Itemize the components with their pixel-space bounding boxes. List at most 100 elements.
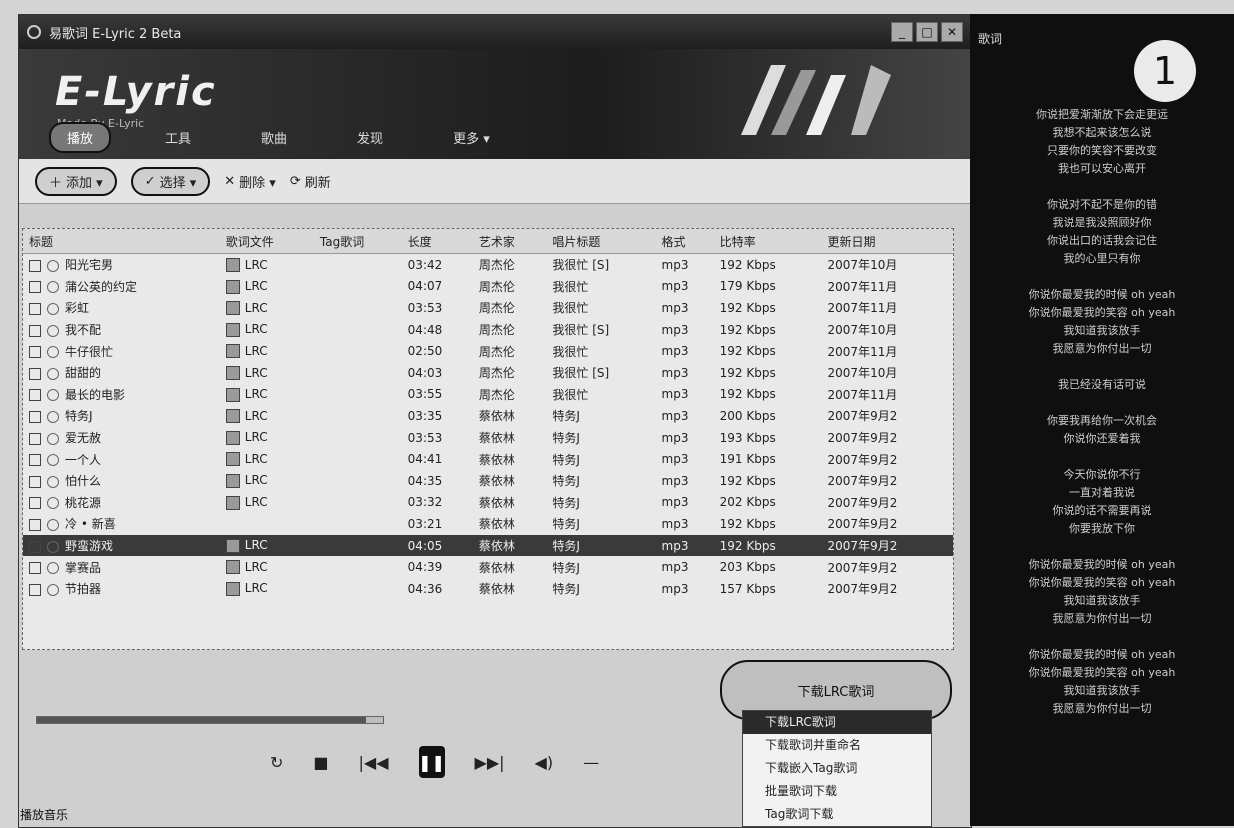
- add-button[interactable]: ＋ 添加 ▾: [35, 166, 117, 196]
- menu-item-tag-download[interactable]: Tag歌词下载: [743, 803, 931, 826]
- download-menu: 下载LRC歌词 下载歌词并重命名 下载嵌入Tag歌词 批量歌词下载 Tag歌词下…: [742, 710, 932, 827]
- lyric-line: 我已经没有话可说: [1058, 378, 1146, 391]
- table-cell: 2007年11月: [822, 340, 953, 362]
- table-row[interactable]: 怕什么 LRC 04:35 蔡依林 特务J mp3 192 Kbps 2007年9月2: [23, 470, 953, 492]
- tab-tools[interactable]: 工具: [149, 124, 207, 151]
- table-row[interactable]: 我不配 LRC 04:48 周杰伦 我很忙 [S] mp3 192 Kbps 2007年10月: [23, 319, 953, 341]
- table-row[interactable]: 冷 • 新喜 03:21 蔡依林 特务J mp3 192 Kbps 2007年9月2: [23, 513, 953, 535]
- row-checkbox[interactable]: [29, 367, 41, 380]
- refresh-icon: ⟳: [289, 173, 301, 189]
- select-button[interactable]: ✓ 选择 ▾: [130, 166, 211, 196]
- previous-button[interactable]: |◀◀: [359, 753, 389, 772]
- column-header[interactable]: 艺术家: [472, 229, 547, 254]
- table-cell: LRC: [220, 340, 314, 362]
- table-cell: 蔡依林: [473, 492, 547, 514]
- cell-text: 节拍器: [65, 582, 102, 597]
- row-checkbox[interactable]: [29, 259, 41, 272]
- table-row[interactable]: 掌赛品 LRC 04:39 蔡依林 特务J mp3 203 Kbps 2007年9月2: [23, 556, 953, 578]
- tab-discover[interactable]: 发现: [341, 124, 399, 151]
- column-header[interactable]: 更新日期: [821, 229, 953, 254]
- table-row[interactable]: 蒲公英的约定 LRC 04:07 周杰伦 我很忙 mp3 179 Kbps 2007年11月: [23, 276, 953, 298]
- lyric-line: 你要我放下你: [1069, 522, 1135, 535]
- table-cell: [314, 340, 402, 362]
- table-cell: 周杰伦: [473, 384, 547, 406]
- column-header[interactable]: 格式: [655, 229, 714, 254]
- table-row[interactable]: 甜甜的 LRC 04:03 周杰伦 我很忙 [S] mp3 192 Kbps 2007年10月: [23, 362, 953, 384]
- row-checkbox[interactable]: [29, 497, 41, 510]
- table-row[interactable]: 节拍器 LRC 04:36 蔡依林 特务J mp3 157 Kbps 2007年9月2: [23, 578, 953, 600]
- lyric-line: 你说你最爱我的笑容 oh yeah: [1028, 306, 1176, 319]
- lyric-file-icon: [225, 258, 240, 273]
- table-cell: 03:35: [402, 405, 473, 427]
- cell-text: mp3: [661, 344, 689, 359]
- table-row[interactable]: 最长的电影 LRC 03:55 周杰伦 我很忙 mp3 192 Kbps 2007年11月: [23, 384, 953, 406]
- cell-text: 2007年9月2: [827, 539, 898, 554]
- row-checkbox[interactable]: [29, 281, 41, 294]
- cell-text: 特务J: [552, 474, 580, 489]
- table-row[interactable]: 特务J LRC 03:35 蔡依林 特务J mp3 200 Kbps 2007年9月2: [23, 405, 953, 427]
- row-checkbox[interactable]: [29, 583, 41, 596]
- stop-button[interactable]: ■: [313, 753, 328, 772]
- delete-button[interactable]: ✕ 删除 ▾: [224, 172, 276, 191]
- row-checkbox[interactable]: [29, 389, 41, 402]
- banner: E-Lyric Made By E-Lyric 播放 工具 歌曲 发现 更多 ▾: [19, 49, 971, 159]
- column-header[interactable]: 长度: [401, 229, 473, 254]
- column-header[interactable]: 唱片标题: [546, 229, 656, 254]
- repeat-button[interactable]: ↻: [270, 753, 283, 772]
- music-note-icon: [47, 454, 59, 467]
- column-header[interactable]: 比特率: [713, 229, 822, 254]
- table-cell: 02:50: [402, 340, 473, 362]
- row-checkbox[interactable]: [29, 410, 41, 423]
- row-checkbox[interactable]: [29, 540, 41, 553]
- table-row[interactable]: 爱无赦 LRC 03:53 蔡依林 特务J mp3 193 Kbps 2007年9月2: [23, 427, 953, 449]
- table-cell: 蔡依林: [473, 448, 547, 470]
- column-header[interactable]: 歌词文件: [219, 229, 314, 254]
- menu-item-download-lrc[interactable]: 下载LRC歌词: [743, 711, 931, 734]
- row-checkbox[interactable]: [29, 302, 41, 315]
- row-checkbox[interactable]: [29, 562, 41, 575]
- progress-bar[interactable]: [36, 716, 384, 724]
- maximize-button[interactable]: □: [916, 22, 938, 42]
- table-row[interactable]: 牛仔很忙 LRC 02:50 周杰伦 我很忙 mp3 192 Kbps 2007年11月: [23, 340, 953, 362]
- music-note-icon: [47, 475, 59, 488]
- table-row[interactable]: 一个人 LRC 04:41 蔡依林 特务J mp3 191 Kbps 2007年9月2: [23, 448, 953, 470]
- row-checkbox[interactable]: [29, 324, 41, 337]
- table-cell: 157 Kbps: [714, 578, 822, 600]
- tab-songs[interactable]: 歌曲: [245, 124, 303, 151]
- row-checkbox[interactable]: [29, 454, 41, 467]
- row-checkbox[interactable]: [29, 475, 41, 488]
- menu-item-batch-download[interactable]: 批量歌词下载: [743, 780, 931, 803]
- lyric-line: 你说你最爱我的时候 oh yeah: [1028, 288, 1176, 301]
- menu-item-download-rename[interactable]: 下载歌词并重命名: [743, 734, 931, 757]
- table-cell: [313, 534, 402, 557]
- table-row[interactable]: 彩虹 LRC 03:53 周杰伦 我很忙 mp3 192 Kbps 2007年11月: [23, 297, 953, 319]
- row-checkbox[interactable]: [29, 346, 41, 359]
- cell-text: 03:53: [407, 430, 443, 445]
- table-cell: mp3: [656, 427, 714, 449]
- volume-icon[interactable]: ◀): [535, 753, 554, 772]
- cell-text: 彩虹: [65, 301, 90, 316]
- refresh-button[interactable]: ⟳ 刷新: [290, 172, 331, 191]
- cell-text: 191 Kbps: [719, 452, 776, 467]
- next-button[interactable]: ▶▶|: [475, 753, 505, 772]
- table-cell: 2007年11月: [822, 276, 953, 298]
- menu-item-download-tag[interactable]: 下载嵌入Tag歌词: [743, 757, 931, 780]
- tab-more[interactable]: 更多 ▾: [437, 124, 506, 151]
- lyric-file-icon: [225, 279, 240, 294]
- row-checkbox[interactable]: [29, 518, 41, 531]
- close-button[interactable]: ✕: [941, 22, 963, 42]
- table-row[interactable]: 桃花源 LRC 03:32 蔡依林 特务J mp3 202 Kbps 2007年9月2: [23, 492, 953, 514]
- volume-slider[interactable]: —: [583, 753, 599, 772]
- table-row[interactable]: 野蛮游戏 LRC 04:05 蔡依林 特务J mp3 192 Kbps 2007年9月2: [23, 534, 953, 557]
- table-row[interactable]: 阳光宅男 LRC 03:42 周杰伦 我很忙 [S] mp3 192 Kbps 2007年10…: [23, 254, 953, 276]
- pause-button[interactable]: ❚❚: [418, 746, 445, 778]
- minimize-button[interactable]: _: [891, 22, 913, 42]
- tab-play[interactable]: 播放: [49, 122, 112, 153]
- column-header[interactable]: 标题: [23, 229, 220, 254]
- app-logo: E-Lyric: [55, 69, 217, 115]
- lyric-line: 我知道我该放手: [1063, 594, 1141, 607]
- lyric-line: 你说对不起不是你的错: [1047, 198, 1157, 211]
- lyric-line: 你说你最爱我的笑容 oh yeah: [1028, 576, 1176, 589]
- row-checkbox[interactable]: [29, 432, 41, 445]
- column-header[interactable]: Tag歌词: [313, 229, 402, 254]
